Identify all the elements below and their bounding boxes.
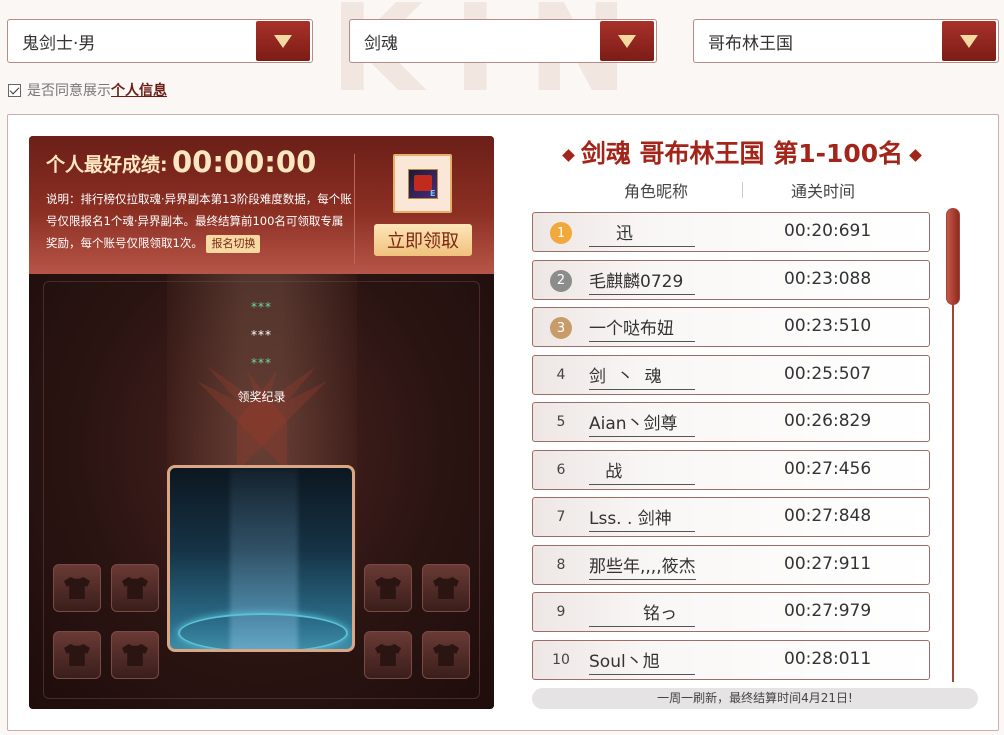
clear-time: 00:27:456	[784, 458, 872, 479]
armor-icon	[122, 577, 148, 599]
equipment-slot[interactable]	[53, 564, 101, 612]
player-name[interactable]: 一个哒布妞	[589, 314, 695, 342]
clear-time: 00:26:829	[784, 411, 872, 431]
equipment-slot[interactable]	[422, 631, 470, 679]
chevron-down-icon[interactable]	[600, 21, 654, 61]
rules-text: 说明：排行榜仅拉取魂·异界副本第13阶段难度数据，每个账号仅限报名1个魂·异界副…	[46, 192, 352, 250]
scrollbar-thumb[interactable]	[946, 208, 960, 305]
clear-time: 00:27:848	[784, 506, 872, 526]
armor-icon	[64, 577, 90, 599]
rank-number: 10	[552, 651, 570, 668]
personal-header: 个人最好成绩: 00:00:00 说明：排行榜仅拉取魂·异界副本第13阶段难度数…	[29, 136, 494, 274]
rank-number: 4	[556, 366, 566, 383]
chevron-down-icon[interactable]	[942, 21, 996, 61]
rules-description: 说明：排行榜仅拉取魂·异界副本第13阶段难度数据，每个账号仅限报名1个魂·异界副…	[46, 188, 354, 254]
armor-icon	[122, 644, 148, 666]
rank-badge: 3	[550, 317, 572, 339]
player-name[interactable]: 那些年,,,,筱杰	[589, 552, 696, 580]
table-row[interactable]: 1 迅 00:20:691	[532, 212, 930, 252]
personal-stage: 个人最好成绩: 00:00:00 说明：排行榜仅拉取魂·异界副本第13阶段难度数…	[29, 136, 494, 709]
table-row[interactable]: 7 Lss. . 剑神 00:27:848	[532, 497, 930, 537]
job-select-value: 剑魂	[364, 33, 398, 54]
equipment-slot[interactable]	[53, 631, 101, 679]
equipment-slot[interactable]	[111, 631, 159, 679]
ranking-title: 剑魂 哥布林王国 第1-100名	[532, 134, 952, 170]
award-log-label: 领奖纪录	[237, 390, 286, 404]
armor-icon	[433, 644, 459, 666]
table-row[interactable]: 9 铭っ 00:27:979	[532, 592, 930, 632]
armor-icon	[64, 644, 90, 666]
clear-time: 00:25:507	[784, 363, 872, 384]
ranking-title-text: 剑魂 哥布林王国 第1-100名	[580, 139, 904, 168]
rank-badge: 1	[550, 222, 572, 244]
clear-time: 00:20:691	[784, 221, 872, 241]
rank-number: 5	[556, 414, 566, 430]
clear-time: 00:27:979	[784, 601, 872, 621]
ranking-list: 1 迅 00:20:691 2 毛麒麟0729 00:23:088 3 一个哒布妞 00:2…	[532, 212, 930, 687]
clear-time: 00:23:510	[784, 316, 872, 336]
equipment-slot[interactable]	[422, 564, 470, 612]
server-select[interactable]: 哥布林王国	[693, 19, 999, 63]
reward-icon	[407, 168, 438, 199]
award-log-star-2: ***	[251, 328, 272, 342]
table-row[interactable]: 5 Aian丶剑尊 00:26:829	[532, 402, 930, 442]
consent-text: 是否同意展示	[27, 83, 111, 99]
chevron-down-icon[interactable]	[256, 21, 310, 61]
right-wing-decoration	[237, 366, 327, 471]
player-name[interactable]: 毛麒麟0729	[589, 267, 695, 295]
character-portal	[167, 465, 355, 652]
column-header-name: 角色昵称	[624, 182, 689, 201]
consent-checkbox[interactable]	[8, 83, 21, 97]
character-select-value: 鬼剑士·男	[22, 33, 96, 54]
diamond-icon	[909, 148, 923, 162]
armor-icon	[433, 577, 459, 599]
player-name[interactable]: Soul丶旭	[589, 647, 695, 675]
rank-number: 6	[556, 461, 566, 478]
player-name[interactable]: 剑 丶 魂	[589, 362, 695, 390]
table-row[interactable]: 6 战 00:27:456	[532, 449, 930, 490]
header-divider	[354, 154, 355, 264]
job-select[interactable]: 剑魂	[349, 19, 657, 63]
player-name[interactable]: Lss. . 剑神	[589, 504, 695, 532]
award-log-star-1: ***	[251, 300, 272, 314]
server-select-value: 哥布林王国	[708, 33, 793, 54]
table-row[interactable]: 8 那些年,,,,筱杰 00:27:911	[532, 544, 930, 585]
clear-time: 00:23:088	[784, 268, 872, 289]
player-name[interactable]: 战	[589, 457, 695, 485]
table-row[interactable]: 4 剑 丶 魂 00:25:507	[532, 354, 930, 395]
armor-icon	[375, 577, 401, 599]
rank-badge: 2	[550, 269, 572, 292]
reward-item-icon[interactable]	[393, 154, 452, 213]
rank-number: 8	[556, 556, 566, 573]
column-header-time: 通关时间	[791, 182, 856, 201]
equipment-slot[interactable]	[111, 564, 159, 612]
personal-info-link[interactable]: 个人信息	[111, 80, 167, 100]
table-row[interactable]: 3 一个哒布妞 00:23:510	[532, 307, 930, 347]
switch-button[interactable]: 报名切换	[206, 234, 261, 253]
armor-icon	[375, 644, 401, 666]
rank-number: 9	[556, 604, 566, 620]
equipment-slot[interactable]	[364, 631, 412, 679]
table-row[interactable]: 2 毛麒麟0729 00:23:088	[532, 259, 930, 300]
magic-circle	[178, 613, 348, 649]
refresh-notice: 一周一刷新，最终结算时间4月21日!	[532, 688, 978, 709]
diamond-icon	[561, 148, 575, 162]
clear-time: 00:28:011	[784, 648, 872, 669]
player-name[interactable]: 铭っ	[589, 599, 695, 627]
column-separator	[742, 182, 743, 198]
consent-row: 是否同意展示 个人信息	[8, 80, 167, 100]
player-name[interactable]: Aian丶剑尊	[589, 409, 695, 437]
claim-button[interactable]: 立即领取	[374, 224, 472, 256]
clear-time: 00:27:911	[784, 553, 872, 574]
table-row[interactable]: 10 Soul丶旭 00:28:011	[532, 639, 930, 680]
player-name[interactable]: 迅	[589, 219, 695, 247]
best-score-label: 个人最好成绩:	[46, 154, 168, 176]
equipment-slot[interactable]	[364, 564, 412, 612]
character-select[interactable]: 鬼剑士·男	[7, 19, 313, 63]
award-log-star-3: ***	[251, 356, 272, 370]
rank-number: 7	[556, 509, 566, 525]
best-score-time: 00:00:00	[172, 145, 317, 179]
